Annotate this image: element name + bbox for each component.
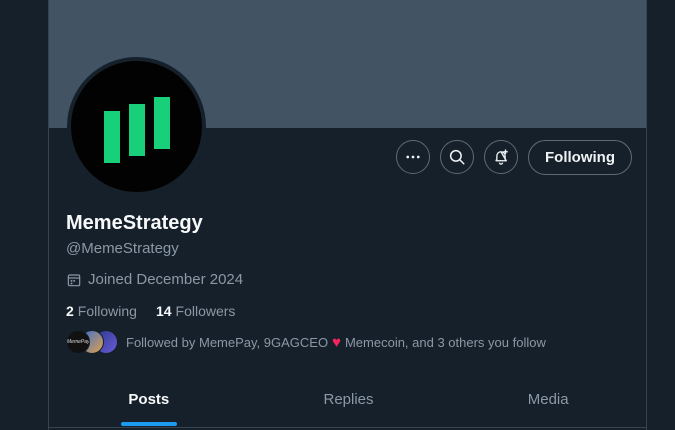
tab-posts[interactable]: Posts <box>49 370 249 428</box>
calendar-icon <box>67 273 81 286</box>
logo-bar-left <box>104 111 120 163</box>
joined-date: Joined December 2024 <box>66 271 243 288</box>
more-horizontal-icon <box>406 155 420 159</box>
display-name: MemeStrategy <box>66 212 203 234</box>
followers-count: 14 <box>155 303 172 319</box>
bell-plus-icon <box>495 149 508 165</box>
follower-facepile: MemePay <box>66 330 118 354</box>
heart-icon: ♥ <box>332 333 341 351</box>
active-tab-indicator <box>120 422 177 426</box>
joined-text: Joined December 2024 <box>88 271 244 288</box>
user-handle: @MemeStrategy <box>66 240 179 257</box>
follow-stats: 2 Following 14 Followers <box>66 303 254 319</box>
tab-replies[interactable]: Replies <box>249 370 449 428</box>
followed-by-prefix: Followed by <box>126 334 199 350</box>
following-count: 2 <box>66 303 74 319</box>
profile-column: Following MemeStrategy @MemeStrategy Joi… <box>48 0 647 430</box>
tab-posts-label: Posts <box>128 390 170 408</box>
search-button[interactable] <box>440 140 474 174</box>
tab-media-label: Media <box>527 390 569 408</box>
followed-by[interactable]: MemePay Followed by MemePay, 9GAGCEO ♥ M… <box>66 330 546 354</box>
profile-tabs: Posts Replies Media <box>49 370 646 430</box>
followers-link[interactable]: 14 Followers <box>156 303 235 319</box>
avatar-ring <box>67 57 206 196</box>
tab-replies-label: Replies <box>323 390 374 408</box>
follower-avatar-memepay: MemePay <box>66 330 90 354</box>
following-label: Following <box>77 303 137 319</box>
followed-by-names: MemePay, 9GAGCEO <box>198 334 329 350</box>
search-icon <box>449 149 465 165</box>
followed-by-rest: Memecoin, and 3 others you follow <box>344 334 546 350</box>
avatar[interactable] <box>71 61 202 192</box>
following-button[interactable]: Following <box>528 140 632 175</box>
tabs-divider <box>49 427 646 428</box>
followers-label: Followers <box>175 303 236 319</box>
logo-bar-right <box>154 97 170 149</box>
memepay-avatar-text: MemePay <box>67 339 90 345</box>
tab-media[interactable]: Media <box>448 370 646 428</box>
logo-bar-middle <box>129 104 145 156</box>
notifications-button[interactable] <box>484 140 518 174</box>
more-button[interactable] <box>396 140 430 174</box>
following-link[interactable]: 2 Following <box>66 303 137 319</box>
